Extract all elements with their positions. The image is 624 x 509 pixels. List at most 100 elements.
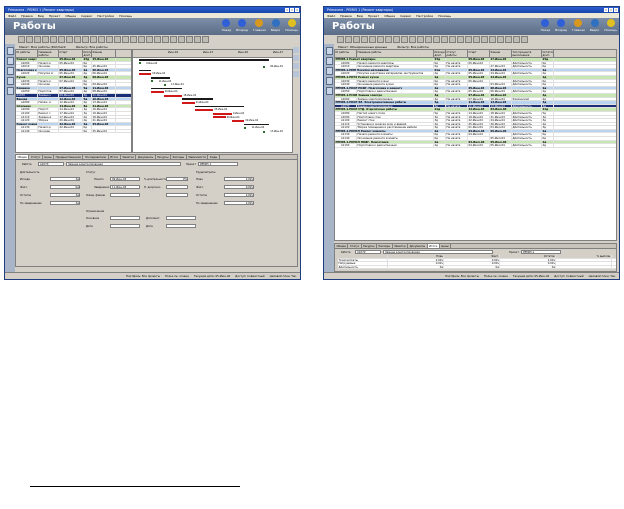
- expected-finish-field[interactable]: [110, 193, 140, 197]
- close-button[interactable]: [295, 8, 299, 12]
- toolbar-icon[interactable]: [369, 36, 376, 43]
- maximize-button[interactable]: [290, 8, 294, 12]
- gantt-bar[interactable]: [194, 109, 214, 111]
- primary-constraint-select[interactable]: [110, 216, 140, 220]
- detail-tab[interactable]: Статус: [348, 244, 362, 248]
- toolbar-icon[interactable]: [393, 36, 400, 43]
- menu-item[interactable]: Общие: [384, 14, 395, 18]
- activities-icon[interactable]: [6, 67, 14, 75]
- menu-item[interactable]: Настройки: [416, 14, 433, 18]
- actual-duration-field[interactable]: 0д: [50, 185, 80, 189]
- menu-item[interactable]: Вид: [38, 14, 44, 18]
- finished-checkbox[interactable]: Завершено: [94, 186, 109, 189]
- nav-2[interactable]: Главная: [572, 19, 585, 32]
- at-complete-field[interactable]: 3д: [50, 201, 80, 205]
- menu-item[interactable]: Проект: [49, 14, 60, 18]
- detail-tab[interactable]: Документы: [408, 244, 428, 248]
- column-header[interactable]: Остаток длит-ти: [542, 50, 554, 57]
- nav-1[interactable]: Вперед: [555, 19, 567, 32]
- detail-tab[interactable]: Расходы: [171, 155, 187, 159]
- gantt-bar[interactable]: [151, 76, 170, 79]
- gantt-bar[interactable]: [151, 87, 183, 90]
- detail-tab[interactable]: Предшественники: [54, 155, 84, 159]
- toolbar-icon[interactable]: [345, 36, 352, 43]
- toolbar-icon[interactable]: [42, 36, 49, 43]
- gantt-bar[interactable]: [213, 112, 232, 115]
- column-header[interactable]: Название работы: [357, 50, 434, 57]
- projects-icon[interactable]: [325, 47, 333, 55]
- toolbar-icon[interactable]: [457, 36, 464, 43]
- column-header[interactable]: Статус работы: [446, 50, 468, 57]
- activity-name-field[interactable]: Замена электропроводки: [66, 162, 181, 166]
- toolbar-icon[interactable]: [114, 36, 121, 43]
- resources-icon[interactable]: [6, 77, 14, 85]
- menu-item[interactable]: Правка: [340, 14, 351, 18]
- toolbar-icon[interactable]: [521, 36, 528, 43]
- gantt-bar[interactable]: [139, 62, 141, 65]
- finish-date-field[interactable]: 11-Июн-04: [110, 185, 140, 189]
- toolbar-icon[interactable]: [106, 36, 113, 43]
- activity-name-field[interactable]: Замена электропроводки: [383, 250, 493, 254]
- gantt-bar[interactable]: [151, 80, 154, 83]
- start-date-field[interactable]: 09-Июн-04: [110, 177, 140, 181]
- toolbar-icon[interactable]: [82, 36, 89, 43]
- toolbar-icon[interactable]: [90, 36, 97, 43]
- gantt-bar[interactable]: [139, 73, 152, 76]
- detail-tab[interactable]: Зависимости: [187, 155, 209, 159]
- wbs-icon[interactable]: [6, 57, 14, 65]
- toolbar-icon[interactable]: [98, 36, 105, 43]
- column-header[interactable]: Финиш: [92, 50, 116, 57]
- toolbar-icon[interactable]: [513, 36, 520, 43]
- primary-date-field[interactable]: [110, 224, 140, 228]
- toolbar-icon[interactable]: [433, 36, 440, 43]
- filter-icon[interactable]: [292, 55, 299, 61]
- toolbar-icon[interactable]: [202, 36, 209, 43]
- table-row[interactable]: A1140 Окончан 0д 25-Июн-04: [16, 129, 131, 134]
- toolbar-icon[interactable]: [194, 36, 201, 43]
- menu-item[interactable]: Файл: [327, 14, 335, 18]
- reports-icon[interactable]: [6, 87, 14, 95]
- detail-tab[interactable]: Коды: [208, 155, 220, 159]
- column-header[interactable]: Тип процента выполнения: [512, 50, 542, 57]
- toolbar-icon[interactable]: [26, 36, 33, 43]
- toolbar-icon[interactable]: [337, 36, 344, 43]
- minimize-button[interactable]: [604, 8, 608, 12]
- maximize-button[interactable]: [609, 8, 613, 12]
- gantt-bar[interactable]: [263, 130, 265, 133]
- gantt-bar[interactable]: [194, 105, 245, 108]
- detail-tab[interactable]: Ресурсы: [156, 155, 172, 159]
- reports-icon[interactable]: [325, 87, 333, 95]
- activity-id-field[interactable]: A1070: [355, 250, 381, 254]
- layout-label[interactable]: Макет: Объединенные данные: [338, 45, 387, 49]
- column-header[interactable]: Старт: [468, 50, 490, 57]
- toolbar-icon[interactable]: [417, 36, 424, 43]
- started-checkbox[interactable]: Начато: [94, 178, 104, 181]
- gantt-bar[interactable]: [139, 69, 152, 72]
- menu-item[interactable]: Вид: [357, 14, 363, 18]
- gantt-bar[interactable]: [182, 98, 214, 101]
- project-field[interactable]: РЕМ05-1: [521, 250, 561, 254]
- menu-item[interactable]: Общие: [65, 14, 76, 18]
- labor-complete-field[interactable]: 2.00ч: [224, 201, 254, 205]
- detail-tab[interactable]: Общие: [16, 155, 30, 159]
- toolbar-icon[interactable]: [34, 36, 41, 43]
- table-row[interactable]: A1150 Подготовка к демонтажным 2д Не начата…: [335, 144, 616, 148]
- projects-icon[interactable]: [6, 47, 14, 55]
- column-header[interactable]: Исходн. длит.: [434, 50, 446, 57]
- labor-actual-field[interactable]: 0.00ч: [224, 185, 254, 189]
- nav-4[interactable]: Помощь: [604, 19, 617, 32]
- toolbar-icon[interactable]: [154, 36, 161, 43]
- resources-icon[interactable]: [325, 77, 333, 85]
- gantt-bar[interactable]: [244, 127, 247, 129]
- gantt-bar[interactable]: [163, 94, 183, 97]
- menu-item[interactable]: Настройки: [97, 14, 114, 18]
- pct-field[interactable]: 0%: [166, 177, 188, 181]
- gantt-bar[interactable]: [213, 116, 226, 119]
- minimize-button[interactable]: [285, 8, 289, 12]
- detail-tab[interactable]: Заметки: [393, 244, 409, 248]
- secondary-date-field[interactable]: [166, 224, 196, 228]
- toolbar-icon[interactable]: [146, 36, 153, 43]
- layout-label[interactable]: Макет: Мои работы (Plot/Gant: [19, 45, 66, 49]
- toolbar-icon[interactable]: [441, 36, 448, 43]
- remaining-duration-field[interactable]: 3д: [50, 193, 80, 197]
